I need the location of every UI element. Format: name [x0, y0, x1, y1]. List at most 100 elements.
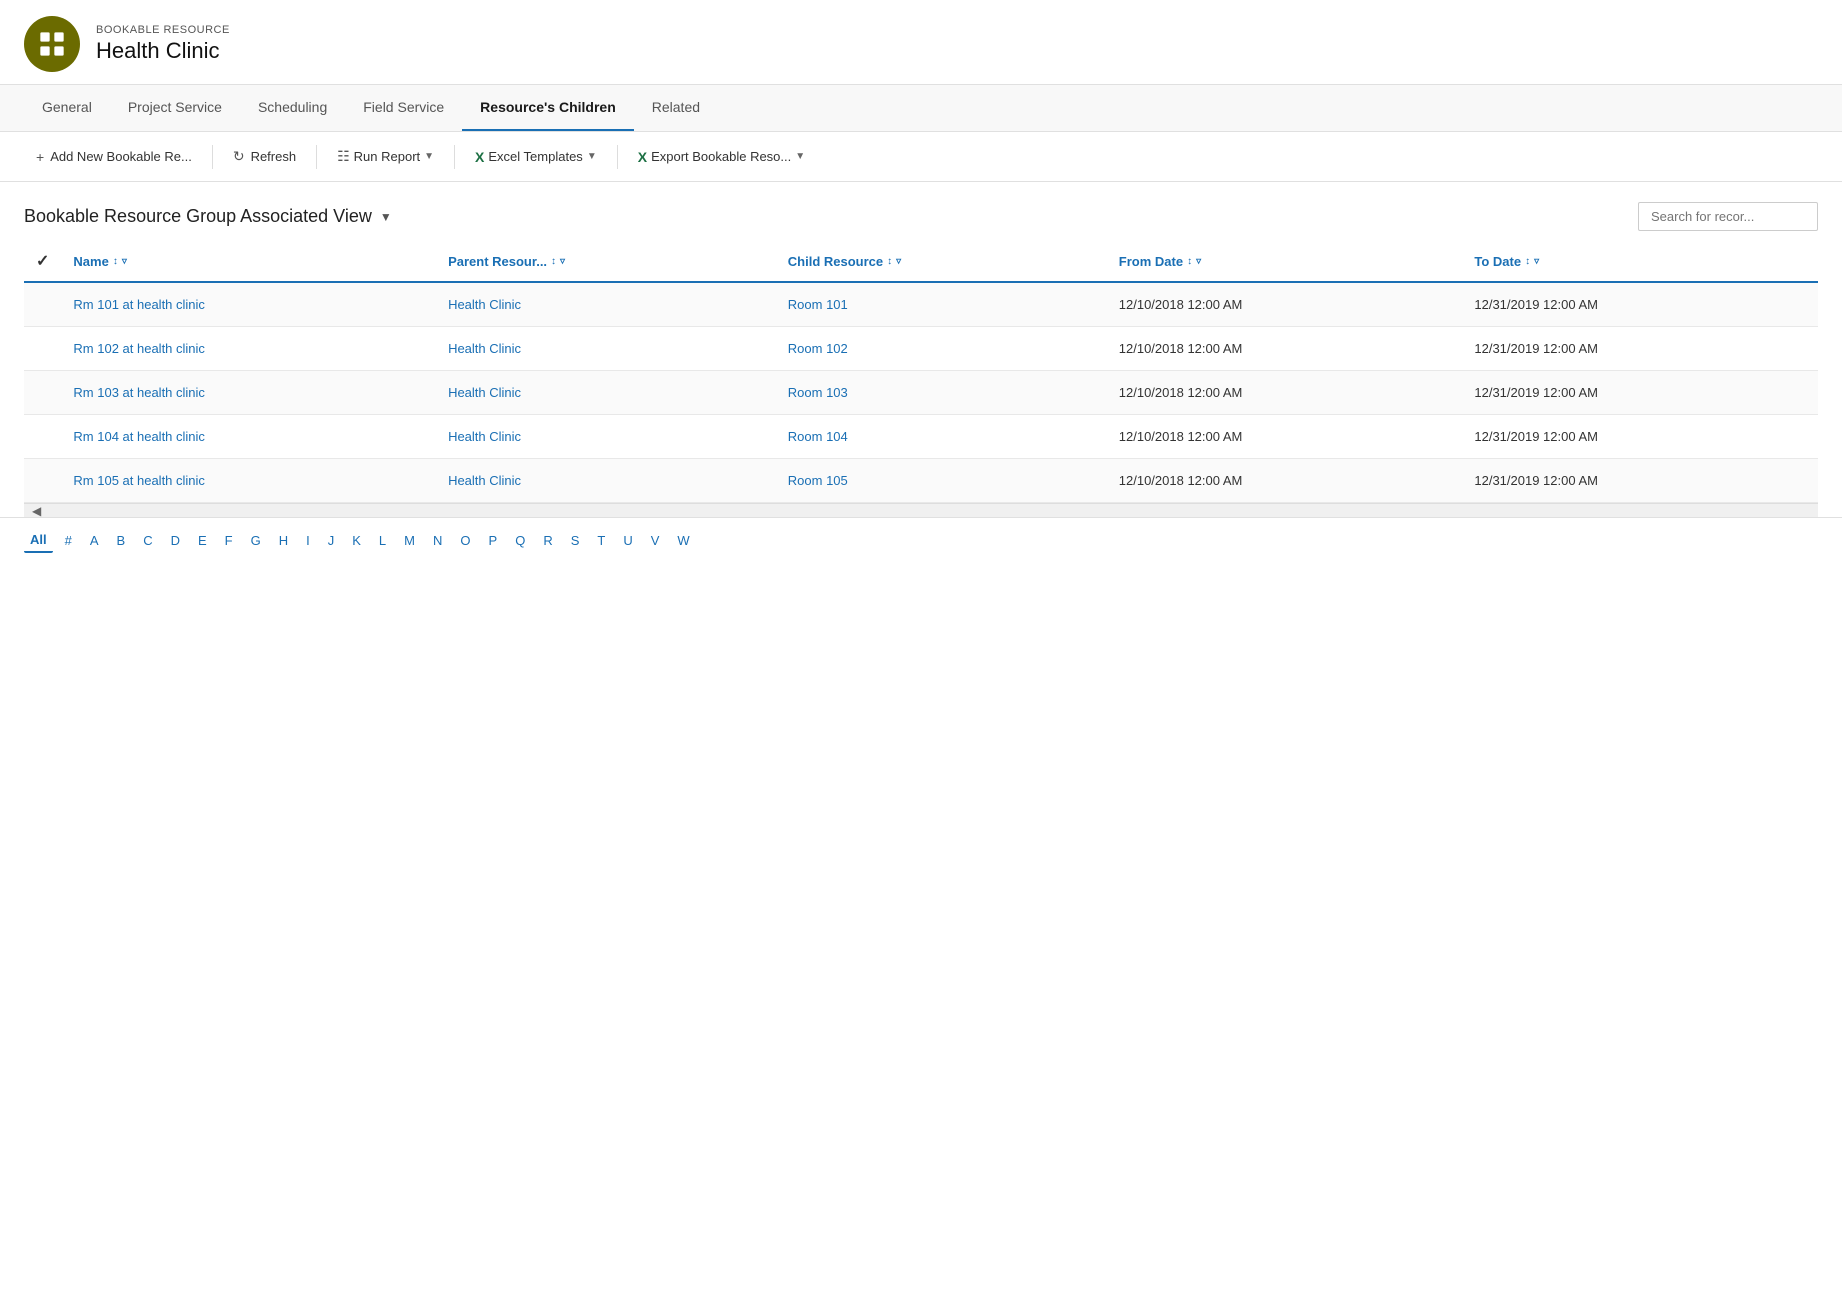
alpha-item-C[interactable]: C — [137, 529, 158, 552]
alpha-item-P[interactable]: P — [483, 529, 504, 552]
tab-general[interactable]: General — [24, 85, 110, 131]
alpha-item-K[interactable]: K — [346, 529, 367, 552]
alpha-item-J[interactable]: J — [322, 529, 341, 552]
row-parent-0[interactable]: Health Clinic — [436, 282, 776, 327]
row-child-2[interactable]: Room 103 — [776, 371, 1107, 415]
table-wrapper: ✓ Name ↕ ▿ Parent Resour... ↕ ▿ — [0, 241, 1842, 503]
alpha-item-B[interactable]: B — [111, 529, 132, 552]
row-to-date-2: 12/31/2019 12:00 AM — [1462, 371, 1818, 415]
row-to-date-4: 12/31/2019 12:00 AM — [1462, 459, 1818, 503]
row-parent-2[interactable]: Health Clinic — [436, 371, 776, 415]
table-row: Rm 105 at health clinic Health Clinic Ro… — [24, 459, 1818, 503]
excel-templates-button[interactable]: X Excel Templates ▼ — [463, 143, 609, 171]
alpha-nav: All # ABCDEFGHIJKLMNOPQRSTUVW — [0, 517, 1842, 563]
separator-4 — [617, 145, 618, 169]
table-row: Rm 102 at health clinic Health Clinic Ro… — [24, 327, 1818, 371]
run-report-button[interactable]: ☷ Run Report ▼ — [325, 142, 446, 171]
col-parent: Parent Resour... ↕ ▿ — [436, 241, 776, 282]
row-from-date-0: 12/10/2018 12:00 AM — [1107, 282, 1463, 327]
export-button[interactable]: X Export Bookable Reso... ▼ — [626, 143, 817, 171]
row-checkbox-3[interactable] — [24, 415, 61, 459]
nav-tabs: General Project Service Scheduling Field… — [0, 85, 1842, 132]
col-child: Child Resource ↕ ▿ — [776, 241, 1107, 282]
alpha-item-M[interactable]: M — [398, 529, 421, 552]
col-name-sort[interactable]: ↕ — [113, 256, 118, 267]
col-parent-filter[interactable]: ▿ — [560, 256, 565, 267]
alpha-item-G[interactable]: G — [245, 529, 267, 552]
row-name-0[interactable]: Rm 101 at health clinic — [61, 282, 436, 327]
refresh-button[interactable]: ↻ Refresh — [221, 142, 308, 171]
row-checkbox-4[interactable] — [24, 459, 61, 503]
excel-chevron: ▼ — [587, 151, 597, 162]
row-child-0[interactable]: Room 101 — [776, 282, 1107, 327]
alpha-item-S[interactable]: S — [565, 529, 586, 552]
select-all-checkbox[interactable]: ✓ — [36, 253, 49, 270]
col-from-date-sort[interactable]: ↕ — [1187, 256, 1192, 267]
alpha-item-F[interactable]: F — [219, 529, 239, 552]
report-icon: ☷ — [337, 148, 350, 165]
col-name-filter[interactable]: ▿ — [122, 256, 127, 267]
tab-field-service[interactable]: Field Service — [345, 85, 462, 131]
tab-scheduling[interactable]: Scheduling — [240, 85, 345, 131]
add-new-label: Add New Bookable Re... — [50, 149, 192, 164]
row-child-4[interactable]: Room 105 — [776, 459, 1107, 503]
alpha-item-W[interactable]: W — [671, 529, 695, 552]
table-row: Rm 103 at health clinic Health Clinic Ro… — [24, 371, 1818, 415]
alpha-item-D[interactable]: D — [165, 529, 186, 552]
alpha-item-O[interactable]: O — [454, 529, 476, 552]
row-name-3[interactable]: Rm 104 at health clinic — [61, 415, 436, 459]
separator-1 — [212, 145, 213, 169]
refresh-label: Refresh — [251, 149, 297, 164]
scroll-left-button[interactable]: ◀ — [28, 504, 45, 518]
alpha-item-R[interactable]: R — [537, 529, 558, 552]
alpha-item-All[interactable]: All — [24, 528, 53, 553]
alpha-item-#[interactable]: # — [59, 529, 78, 552]
view-title[interactable]: Bookable Resource Group Associated View … — [24, 206, 392, 227]
entity-avatar — [24, 16, 80, 72]
row-checkbox-1[interactable] — [24, 327, 61, 371]
row-parent-3[interactable]: Health Clinic — [436, 415, 776, 459]
row-parent-4[interactable]: Health Clinic — [436, 459, 776, 503]
row-to-date-0: 12/31/2019 12:00 AM — [1462, 282, 1818, 327]
alpha-item-A[interactable]: A — [84, 529, 105, 552]
excel-templates-label: Excel Templates — [488, 149, 582, 164]
alpha-item-Q[interactable]: Q — [509, 529, 531, 552]
entity-icon — [38, 30, 66, 58]
run-report-chevron: ▼ — [424, 151, 434, 162]
row-parent-1[interactable]: Health Clinic — [436, 327, 776, 371]
row-checkbox-2[interactable] — [24, 371, 61, 415]
col-parent-sort[interactable]: ↕ — [551, 256, 556, 267]
col-child-label: Child Resource — [788, 254, 883, 269]
export-label: Export Bookable Reso... — [651, 149, 791, 164]
col-to-date-sort[interactable]: ↕ — [1525, 256, 1530, 267]
tab-related[interactable]: Related — [634, 85, 718, 131]
tab-project-service[interactable]: Project Service — [110, 85, 240, 131]
row-child-1[interactable]: Room 102 — [776, 327, 1107, 371]
col-from-date-filter[interactable]: ▿ — [1196, 256, 1201, 267]
col-to-date: To Date ↕ ▿ — [1462, 241, 1818, 282]
alpha-item-U[interactable]: U — [617, 529, 638, 552]
col-child-sort[interactable]: ↕ — [887, 256, 892, 267]
alpha-item-N[interactable]: N — [427, 529, 448, 552]
row-name-1[interactable]: Rm 102 at health clinic — [61, 327, 436, 371]
page-header: BOOKABLE RESOURCE Health Clinic — [0, 0, 1842, 85]
alpha-item-V[interactable]: V — [645, 529, 666, 552]
scroll-bar[interactable]: ◀ — [24, 503, 1818, 517]
alpha-item-T[interactable]: T — [591, 529, 611, 552]
alpha-item-H[interactable]: H — [273, 529, 294, 552]
row-name-4[interactable]: Rm 105 at health clinic — [61, 459, 436, 503]
alpha-item-E[interactable]: E — [192, 529, 213, 552]
add-new-button[interactable]: + Add New Bookable Re... — [24, 143, 204, 171]
header-title: Health Clinic — [96, 38, 230, 64]
row-child-3[interactable]: Room 104 — [776, 415, 1107, 459]
col-to-date-filter[interactable]: ▿ — [1534, 256, 1539, 267]
alpha-item-L[interactable]: L — [373, 529, 392, 552]
row-name-2[interactable]: Rm 103 at health clinic — [61, 371, 436, 415]
row-to-date-3: 12/31/2019 12:00 AM — [1462, 415, 1818, 459]
col-parent-label: Parent Resour... — [448, 254, 547, 269]
tab-resources-children[interactable]: Resource's Children — [462, 85, 634, 131]
alpha-item-I[interactable]: I — [300, 529, 316, 552]
col-child-filter[interactable]: ▿ — [896, 256, 901, 267]
search-input[interactable] — [1638, 202, 1818, 231]
row-checkbox-0[interactable] — [24, 282, 61, 327]
